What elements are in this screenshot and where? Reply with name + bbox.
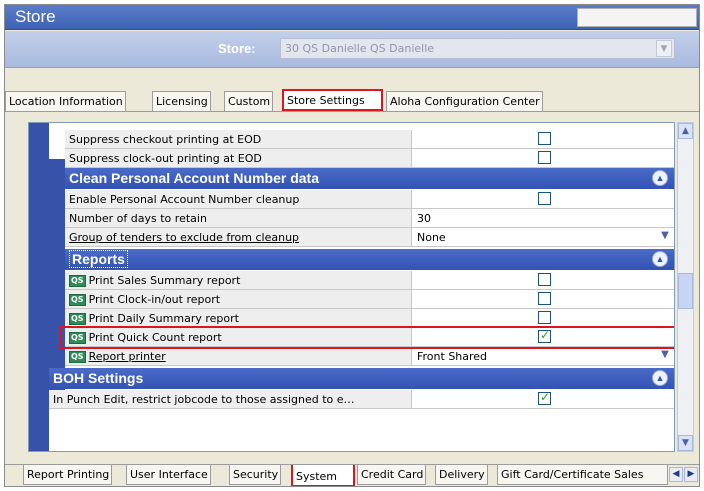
row-report-printer: QS Report printer Front Shared ▼ [65, 347, 674, 366]
chevron-down-icon[interactable]: ▼ [678, 435, 693, 451]
qs-badge-icon: QS [69, 275, 86, 287]
row-label: Enable Personal Account Number cleanup [65, 190, 412, 208]
checkbox-suppress-clockout[interactable] [538, 151, 551, 164]
tab-security[interactable]: Security [229, 465, 282, 485]
row-label-link[interactable]: QS Report printer [65, 347, 412, 365]
row-enable-pan-cleanup: Enable Personal Account Number cleanup [65, 190, 674, 209]
row-print-clock: QS Print Clock-in/out report [65, 290, 674, 309]
row-label: QS Print Sales Summary report [65, 271, 412, 289]
section-title: Clean Personal Account Number data [69, 170, 319, 186]
tab-system[interactable]: System [291, 465, 355, 486]
tab-delivery[interactable]: Delivery [435, 465, 488, 485]
title-bar-field [577, 8, 697, 27]
row-label: Suppress clock-out printing at EOD [65, 149, 412, 167]
row-label: Number of days to retain [65, 209, 412, 227]
row-label: In Punch Edit, restrict jobcode to those… [49, 390, 412, 408]
row-label: QS Print Clock-in/out report [65, 290, 412, 308]
chevron-left-icon[interactable]: ◀ [669, 467, 683, 482]
row-print-sales: QS Print Sales Summary report [65, 271, 674, 290]
store-bar: Store: 30 QS Danielle QS Danielle ▼ [5, 31, 699, 68]
section-reports[interactable]: Reports ▲ [65, 249, 674, 270]
section-title: BOH Settings [53, 370, 144, 386]
row-punch-edit: In Punch Edit, restrict jobcode to those… [49, 390, 674, 409]
vertical-scrollbar[interactable]: ▲ ▼ [677, 122, 694, 452]
report-printer-select[interactable]: Front Shared [413, 347, 487, 365]
chevron-down-icon[interactable]: ▼ [658, 349, 672, 364]
chevron-right-icon[interactable]: ▶ [684, 467, 698, 482]
section-clean-pan[interactable]: Clean Personal Account Number data ▲ [65, 168, 674, 189]
highlight-box [60, 326, 674, 349]
qs-badge-icon: QS [69, 294, 86, 306]
section-title: Reports [69, 250, 128, 268]
row-label-link[interactable]: Group of tenders to exclude from cleanup [65, 228, 412, 246]
group-tenders-select[interactable]: None [413, 228, 446, 246]
double-chevron-up-icon[interactable]: ▲ [652, 170, 668, 186]
store-select-value: 30 QS Danielle QS Danielle [285, 42, 435, 55]
chevron-up-icon[interactable]: ▲ [678, 123, 693, 139]
tab-licensing[interactable]: Licensing [152, 91, 211, 111]
row-label: Suppress checkout printing at EOD [65, 130, 412, 148]
row-label-text: Print Sales Summary report [88, 274, 241, 287]
row-label-text: Print Clock-in/out report [88, 293, 221, 306]
store-window: Store Store: 30 QS Danielle QS Danielle … [4, 4, 700, 487]
window-title: Store [15, 7, 56, 26]
qs-badge-icon: QS [69, 351, 86, 363]
tab-aloha-configuration-center[interactable]: Aloha Configuration Center [386, 91, 543, 111]
store-label: Store: [218, 41, 256, 56]
checkmark-icon: ✓ [540, 390, 551, 404]
double-chevron-up-icon[interactable]: ▲ [652, 370, 668, 386]
title-bar: Store [5, 5, 699, 30]
tab-user-interface[interactable]: User Interface [126, 465, 211, 485]
checkbox-enable-pan-cleanup[interactable] [538, 192, 551, 205]
checkbox-suppress-checkout[interactable] [538, 132, 551, 145]
tab-location-information[interactable]: Location Information [5, 91, 126, 111]
scrollbar-thumb[interactable] [678, 273, 693, 309]
row-group-tenders: Group of tenders to exclude from cleanup… [65, 228, 674, 247]
tab-custom[interactable]: Custom [224, 91, 274, 111]
tab-report-printing[interactable]: Report Printing [23, 465, 113, 485]
tab-divider [5, 111, 699, 112]
section-boh-settings[interactable]: BOH Settings ▲ [49, 368, 674, 389]
store-select[interactable]: 30 QS Danielle QS Danielle ▼ [280, 38, 675, 59]
checkbox-punch-edit[interactable]: ✓ [538, 390, 551, 405]
tab-gift-card-certificate-sales[interactable]: Gift Card/Certificate Sales [497, 465, 668, 485]
double-chevron-up-icon[interactable]: ▲ [652, 251, 668, 267]
row-suppress-checkout: Suppress checkout printing at EOD [65, 130, 674, 149]
row-days-retain: Number of days to retain 30 [65, 209, 674, 228]
checkbox-print-sales[interactable] [538, 273, 551, 286]
grid-group-bar [49, 159, 65, 395]
row-label-text: Print Daily Summary report [88, 312, 239, 325]
tab-store-settings[interactable]: Store Settings [282, 89, 383, 111]
checkbox-print-daily[interactable] [538, 311, 551, 324]
days-retain-input[interactable]: 30 [413, 209, 431, 227]
row-suppress-clockout: Suppress clock-out printing at EOD [65, 149, 674, 168]
checkbox-print-clock[interactable] [538, 292, 551, 305]
grid-left-bar [29, 123, 49, 451]
tab-credit-card[interactable]: Credit Card [357, 465, 427, 485]
row-label-text: Report printer [88, 350, 166, 363]
chevron-down-icon[interactable]: ▼ [656, 40, 672, 57]
chevron-down-icon[interactable]: ▼ [658, 230, 672, 245]
qs-badge-icon: QS [69, 313, 86, 325]
settings-grid: Suppress checkout printing at EOD Suppre… [28, 122, 675, 452]
row-label: QS Print Daily Summary report [65, 309, 412, 327]
